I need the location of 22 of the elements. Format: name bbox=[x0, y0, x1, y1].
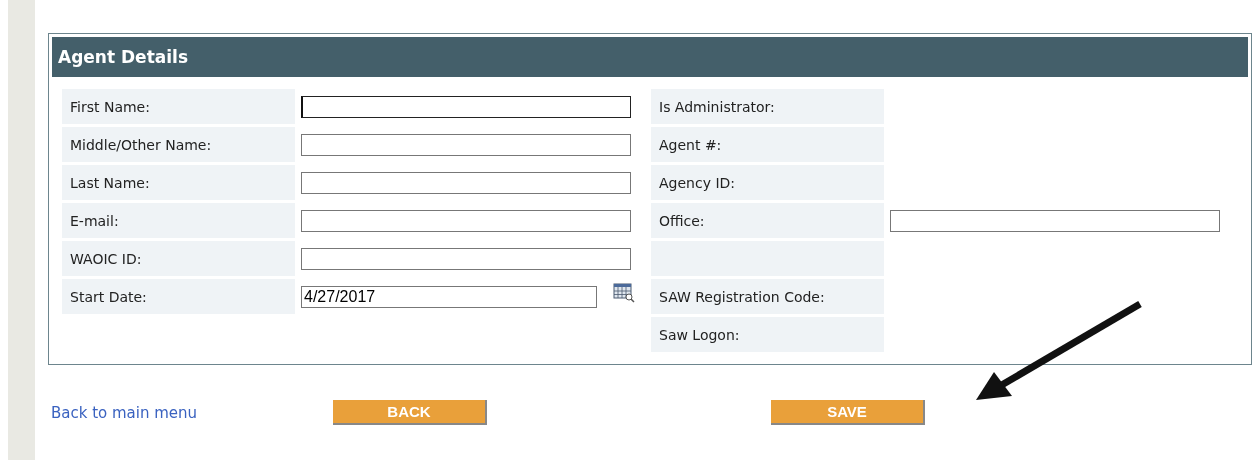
input-field[interactable] bbox=[301, 209, 631, 232]
field-label: Agent #: bbox=[651, 127, 884, 162]
field-label: Last Name: bbox=[62, 165, 295, 200]
field-label: Start Date: bbox=[62, 279, 295, 314]
field-label: E-mail: bbox=[62, 203, 295, 238]
field-label: Middle/Other Name: bbox=[62, 127, 295, 162]
input-field[interactable] bbox=[301, 247, 631, 270]
calendar-icon[interactable] bbox=[613, 283, 635, 303]
field-label: Is Administrator: bbox=[651, 89, 884, 124]
input-field[interactable] bbox=[301, 171, 631, 194]
field-label: Saw Logon: bbox=[651, 317, 884, 352]
back-to-menu-link[interactable]: Back to main menu bbox=[51, 403, 333, 422]
input-field[interactable] bbox=[301, 95, 631, 118]
date-field[interactable]: 4/27/2017 bbox=[301, 285, 597, 308]
field-label: Office: bbox=[651, 203, 884, 238]
field-label: Agency ID: bbox=[651, 165, 884, 200]
field-label: WAOIC ID: bbox=[62, 241, 295, 276]
input-field[interactable] bbox=[301, 133, 631, 156]
field-label: SAW Registration Code: bbox=[651, 279, 884, 314]
input-field[interactable] bbox=[890, 209, 1220, 232]
panel-title: Agent Details bbox=[58, 47, 188, 67]
field-label: First Name: bbox=[62, 89, 295, 124]
